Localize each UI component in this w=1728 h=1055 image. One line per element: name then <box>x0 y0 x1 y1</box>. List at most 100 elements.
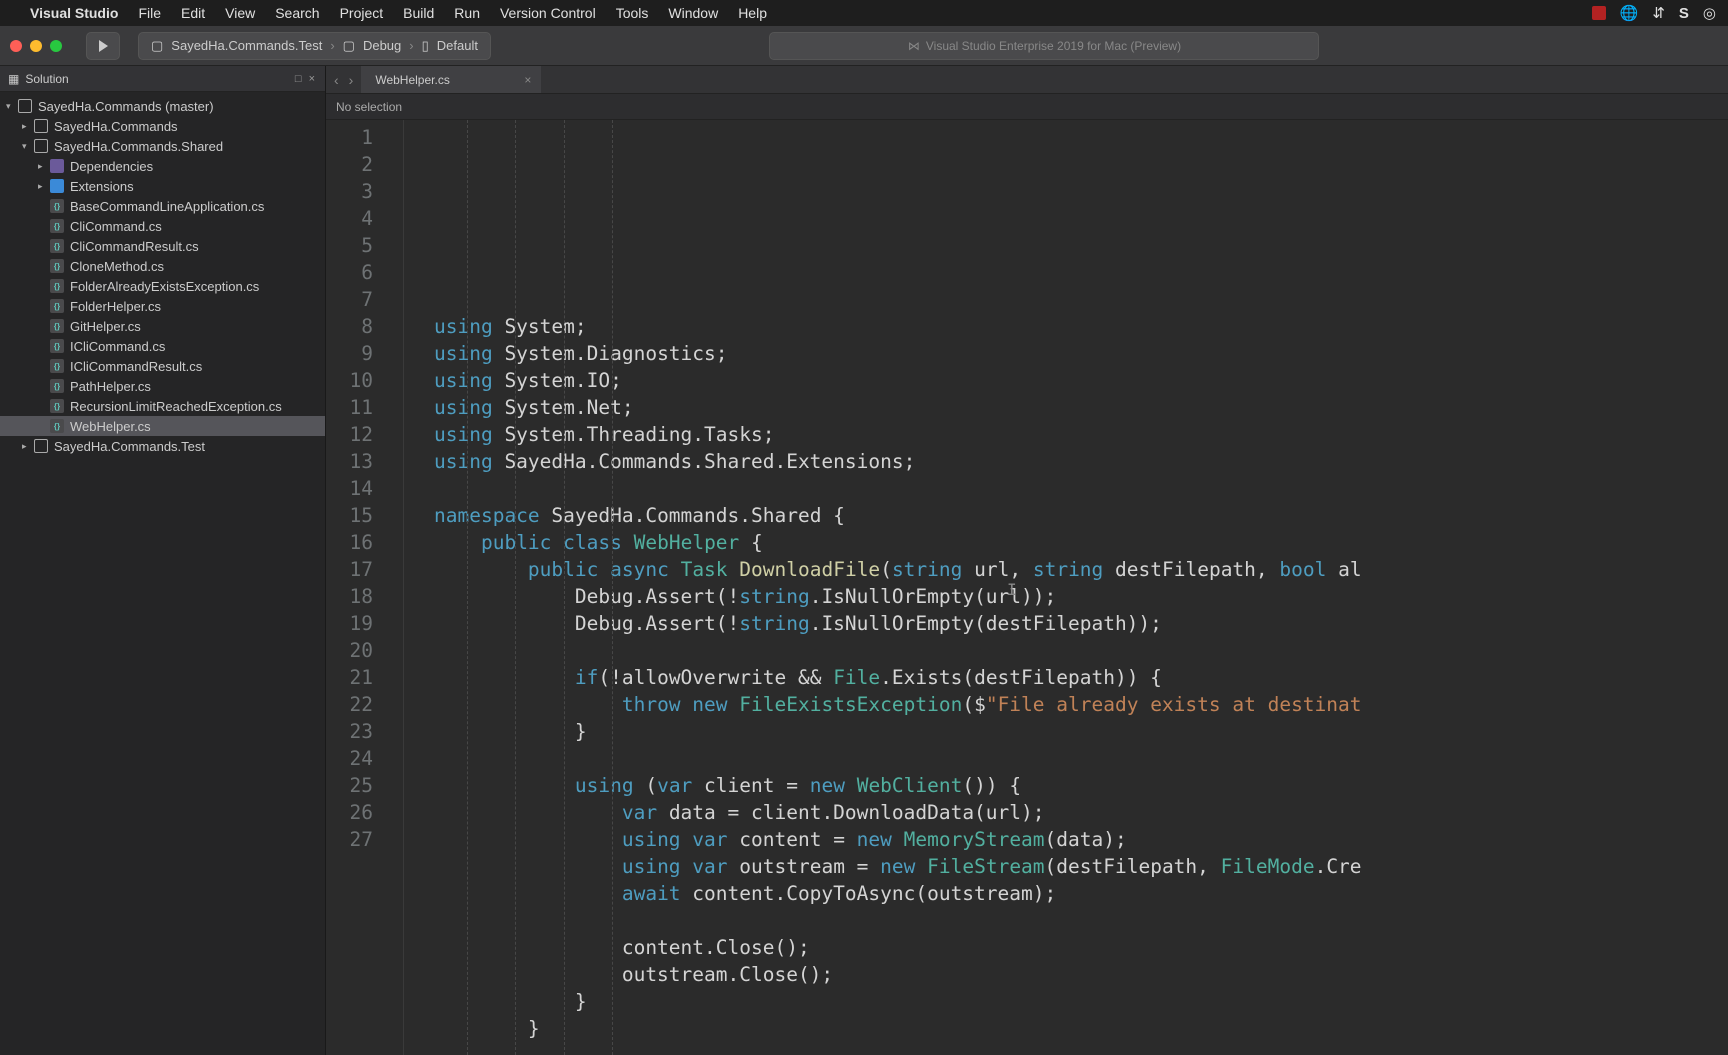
app-name[interactable]: Visual Studio <box>30 5 118 21</box>
code-line[interactable] <box>434 907 1728 934</box>
tree-item[interactable]: ▸Extensions <box>0 176 325 196</box>
code-content[interactable]: 𝙸 using System;using System.Diagnostics;… <box>404 120 1728 1055</box>
code-line[interactable]: using System.Net; <box>434 394 1728 421</box>
code-line[interactable] <box>434 745 1728 772</box>
disclosure-icon[interactable]: ▸ <box>38 161 48 172</box>
menu-build[interactable]: Build <box>403 5 434 21</box>
tree-item[interactable]: ▸SayedHa.Commands <box>0 116 325 136</box>
code-line[interactable]: using System.Threading.Tasks; <box>434 421 1728 448</box>
tree-item[interactable]: ▸SayedHa.Commands.Test <box>0 436 325 456</box>
code-line[interactable]: if(!allowOverwrite && File.Exists(destFi… <box>434 664 1728 691</box>
close-tab-icon[interactable]: × <box>524 73 531 87</box>
run-config-selector[interactable]: ▢ SayedHa.Commands.Test › ▢ Debug › ▯ De… <box>138 32 491 60</box>
solution-tree[interactable]: ▾SayedHa.Commands (master)▸SayedHa.Comma… <box>0 92 325 460</box>
sidebar-controls[interactable]: □ × <box>295 73 317 85</box>
cs-icon: {} <box>50 299 64 313</box>
tree-item[interactable]: ▾SayedHa.Commands.Shared <box>0 136 325 156</box>
tree-item[interactable]: {} FolderHelper.cs <box>0 296 325 316</box>
nav-forward-icon[interactable]: › <box>349 72 354 88</box>
code-line[interactable]: using var content = new MemoryStream(dat… <box>434 826 1728 853</box>
tree-item[interactable]: {}ICliCommand.cs <box>0 336 325 356</box>
line-number: 13 <box>326 448 373 475</box>
code-line[interactable]: using (var client = new WebClient()) { <box>434 772 1728 799</box>
disclosure-icon[interactable]: ▸ <box>38 181 48 192</box>
line-number: 6 <box>326 259 373 286</box>
menu-file[interactable]: File <box>138 5 161 21</box>
code-line[interactable]: } <box>434 988 1728 1015</box>
code-line[interactable]: using System.IO; <box>434 367 1728 394</box>
code-line[interactable]: public class WebHelper { <box>434 529 1728 556</box>
code-line[interactable]: await content.CopyToAsync(outstream); <box>434 880 1728 907</box>
code-area[interactable]: 1234567891011121314151617181920212223242… <box>326 120 1728 1055</box>
menu-help[interactable]: Help <box>738 5 767 21</box>
menu-edit[interactable]: Edit <box>181 5 205 21</box>
tab-nav: ‹ › <box>326 66 361 93</box>
s-icon[interactable]: S <box>1679 5 1689 22</box>
tree-item[interactable]: {}GitHelper.cs <box>0 316 325 336</box>
dropbox-icon[interactable]: ⇵ <box>1652 4 1665 22</box>
run-button[interactable] <box>86 32 120 60</box>
tree-item[interactable]: {}CliCommandResult.cs <box>0 236 325 256</box>
tree-item[interactable]: {}PathHelper.cs <box>0 376 325 396</box>
tree-item-label: FolderHelper.cs <box>70 299 161 314</box>
minimize-window-icon[interactable] <box>30 40 42 52</box>
status-indicator-icon[interactable] <box>1592 6 1606 20</box>
code-line[interactable]: content.Close(); <box>434 934 1728 961</box>
tree-item-label: FolderAlreadyExistsException.cs <box>70 279 259 294</box>
disclosure-icon[interactable]: ▸ <box>22 121 32 132</box>
tree-item[interactable]: {}FolderAlreadyExistsException.cs <box>0 276 325 296</box>
tree-item[interactable]: ▾SayedHa.Commands (master) <box>0 96 325 116</box>
line-number: 25 <box>326 772 373 799</box>
code-line[interactable]: } <box>434 718 1728 745</box>
menu-run[interactable]: Run <box>454 5 480 21</box>
cs-icon: {} <box>50 359 64 373</box>
proj-icon <box>34 439 48 453</box>
menu-view[interactable]: View <box>225 5 255 21</box>
code-line[interactable]: namespace SayedHa.Commands.Shared { <box>434 502 1728 529</box>
tree-item[interactable]: {}RecursionLimitReachedException.cs <box>0 396 325 416</box>
code-line[interactable]: var data = client.DownloadData(url); <box>434 799 1728 826</box>
tree-item[interactable]: ▸Dependencies <box>0 156 325 176</box>
code-line[interactable]: using var outstream = new FileStream(des… <box>434 853 1728 880</box>
code-line[interactable]: Debug.Assert(!string.IsNullOrEmpty(url))… <box>434 583 1728 610</box>
tree-item[interactable]: {}CliCommand.cs <box>0 216 325 236</box>
line-number: 21 <box>326 664 373 691</box>
line-number: 26 <box>326 799 373 826</box>
tree-item[interactable]: {}CloneMethod.cs <box>0 256 325 276</box>
code-line[interactable]: Debug.Assert(!string.IsNullOrEmpty(destF… <box>434 610 1728 637</box>
code-line[interactable]: using System; <box>434 313 1728 340</box>
code-line[interactable]: throw new FileExistsException($"File alr… <box>434 691 1728 718</box>
menu-tools[interactable]: Tools <box>616 5 649 21</box>
proj-icon <box>34 139 48 153</box>
code-line[interactable] <box>434 637 1728 664</box>
tree-item[interactable]: {}ICliCommandResult.cs <box>0 356 325 376</box>
code-line[interactable]: public async Task DownloadFile(string ur… <box>434 556 1728 583</box>
vs-icon: ⋈ <box>908 39 920 53</box>
menu-version-control[interactable]: Version Control <box>500 5 596 21</box>
nav-back-icon[interactable]: ‹ <box>334 72 339 88</box>
code-line[interactable]: using System.Diagnostics; <box>434 340 1728 367</box>
cs-icon: {} <box>50 199 64 213</box>
disclosure-icon[interactable]: ▸ <box>22 441 32 452</box>
play-icon <box>99 40 108 52</box>
breadcrumb[interactable]: No selection <box>326 94 1728 120</box>
code-line[interactable]: } <box>434 1015 1728 1042</box>
tree-item[interactable]: {}WebHelper.cs <box>0 416 325 436</box>
editor-tab[interactable]: WebHelper.cs × <box>361 66 541 93</box>
menu-search[interactable]: Search <box>275 5 319 21</box>
tree-item[interactable]: {}BaseCommandLineApplication.cs <box>0 196 325 216</box>
code-line[interactable]: using SayedHa.Commands.Shared.Extensions… <box>434 448 1728 475</box>
line-number: 12 <box>326 421 373 448</box>
code-line[interactable]: outstream.Close(); <box>434 961 1728 988</box>
code-line[interactable] <box>434 475 1728 502</box>
run-config-target: Default <box>437 38 478 53</box>
disclosure-icon[interactable]: ▾ <box>22 141 32 152</box>
disclosure-icon[interactable]: ▾ <box>6 101 16 112</box>
menu-window[interactable]: Window <box>668 5 718 21</box>
globe-icon[interactable]: 🌐 <box>1620 4 1639 22</box>
window-title-text: Visual Studio Enterprise 2019 for Mac (P… <box>926 39 1181 53</box>
menu-project[interactable]: Project <box>340 5 384 21</box>
zoom-window-icon[interactable] <box>50 40 62 52</box>
cc-icon[interactable]: ◎ <box>1703 4 1716 22</box>
close-window-icon[interactable] <box>10 40 22 52</box>
